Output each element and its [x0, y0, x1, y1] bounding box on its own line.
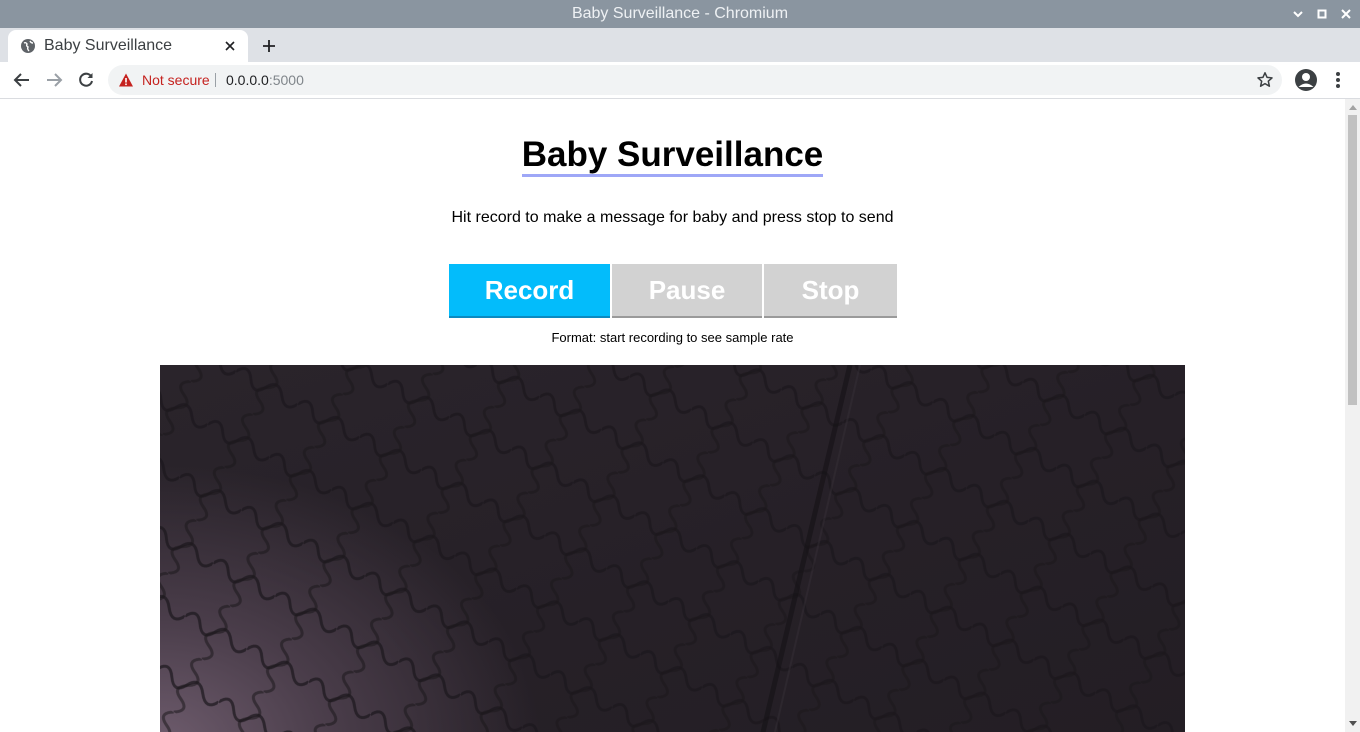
- tab-close-icon[interactable]: [222, 38, 238, 54]
- url-port: :5000: [268, 72, 304, 88]
- stop-button[interactable]: Stop: [764, 264, 897, 318]
- address-bar[interactable]: Not secure 0.0.0.0:5000: [108, 65, 1282, 95]
- new-tab-icon[interactable]: [258, 36, 280, 56]
- tab-title: Baby Surveillance: [44, 37, 173, 54]
- back-arrow-icon[interactable]: [10, 68, 34, 92]
- reload-icon[interactable]: [74, 68, 98, 92]
- instructions-text: Hit record to make a message for baby an…: [451, 209, 894, 226]
- forward-arrow-icon[interactable]: [42, 68, 66, 92]
- tab-baby-surveillance[interactable]: Baby Surveillance: [8, 30, 248, 62]
- camera-video-feed: [160, 365, 1185, 732]
- window-title-bar: Baby Surveillance - Chromium: [0, 0, 1360, 28]
- video-texture: [160, 365, 1185, 732]
- scroll-down-icon[interactable]: [1349, 721, 1357, 726]
- page-content: Baby Surveillance Hit record to make a m…: [0, 99, 1345, 732]
- scroll-up-icon[interactable]: [1349, 105, 1357, 110]
- pause-button[interactable]: Pause: [612, 264, 762, 318]
- url-host: 0.0.0.0: [226, 72, 269, 88]
- scrollbar-thumb[interactable]: [1348, 115, 1357, 405]
- warning-triangle-icon[interactable]: [118, 72, 134, 88]
- page-scrollbar[interactable]: [1345, 99, 1360, 732]
- format-text: Format: start recording to see sample ra…: [551, 330, 794, 345]
- page-title-text: Baby Surveillance: [521, 135, 824, 177]
- profile-avatar-icon[interactable]: [1294, 68, 1318, 92]
- minimize-icon[interactable]: [1286, 0, 1310, 28]
- security-label[interactable]: Not secure: [142, 72, 210, 88]
- omnibox-divider: [215, 73, 216, 87]
- globe-icon: [20, 38, 36, 54]
- window-close-icon[interactable]: [1334, 0, 1358, 28]
- window-title: Baby Surveillance - Chromium: [571, 5, 789, 22]
- maximize-icon[interactable]: [1310, 0, 1334, 28]
- recorder-controls: Record Pause Stop: [449, 264, 897, 318]
- url-text[interactable]: 0.0.0.0:5000: [226, 72, 304, 88]
- kebab-menu-icon[interactable]: [1328, 68, 1348, 92]
- browser-toolbar: Not secure 0.0.0.0:5000: [0, 62, 1360, 99]
- page-title: Baby Surveillance: [0, 135, 1345, 177]
- record-button[interactable]: Record: [449, 264, 610, 318]
- bookmark-star-icon[interactable]: [1256, 71, 1274, 89]
- tab-strip: Baby Surveillance: [0, 28, 1360, 62]
